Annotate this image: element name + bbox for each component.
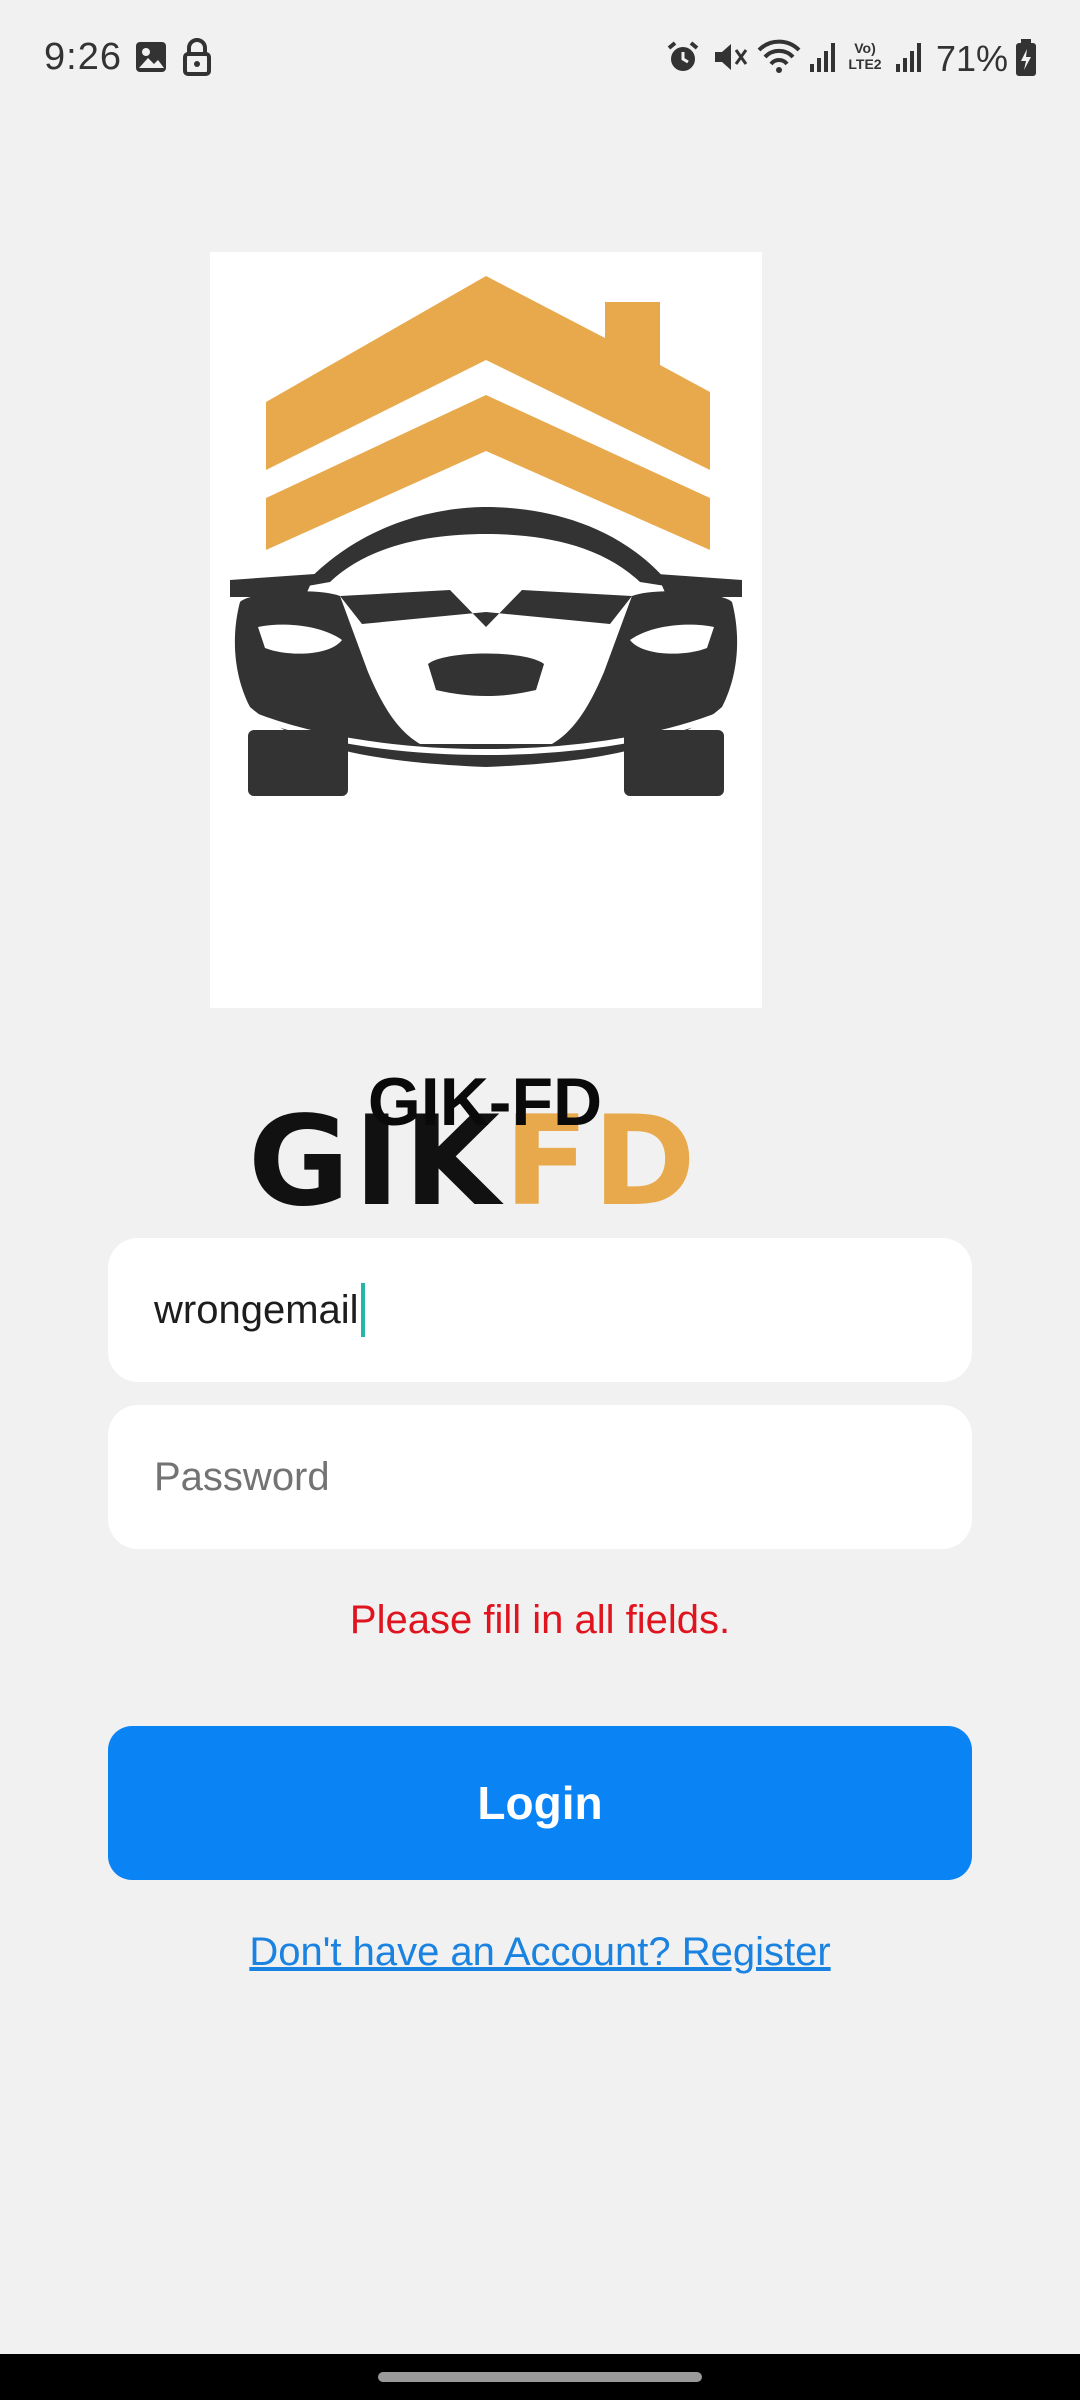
house-car-logo-graphic — [230, 276, 742, 796]
signal-icon — [896, 43, 921, 72]
login-button-label: Login — [477, 1777, 603, 1829]
home-indicator[interactable] — [378, 2372, 702, 2382]
status-bar: 9:26 Vo) LTE2 71% — [0, 0, 1080, 120]
status-time: 9:26 — [44, 36, 122, 78]
mute-icon — [715, 44, 748, 70]
battery-percentage: 71% — [935, 38, 1008, 79]
lock-icon — [183, 38, 211, 76]
password-field[interactable]: Password — [108, 1405, 972, 1549]
battery-charging-icon — [1016, 39, 1036, 76]
signal-icon — [810, 43, 835, 72]
network-type-label: Vo) LTE2 — [848, 40, 882, 72]
app-title: GIK-FD — [367, 1064, 603, 1140]
wifi-icon — [757, 39, 801, 73]
email-field-value: wrongemail — [154, 1287, 359, 1332]
navigation-bar — [0, 2354, 1080, 2400]
email-field[interactable]: wrongemail — [108, 1238, 972, 1382]
gallery-icon — [136, 42, 166, 72]
app-logo: GIKFD — [210, 252, 762, 1234]
login-button[interactable]: Login — [108, 1726, 972, 1880]
register-link[interactable]: Don't have an Account? Register — [108, 1930, 972, 1975]
error-message: Please fill in all fields. — [349, 1598, 731, 1642]
password-placeholder: Password — [154, 1454, 330, 1499]
alarm-icon — [667, 41, 699, 71]
text-cursor — [360, 1283, 365, 1337]
